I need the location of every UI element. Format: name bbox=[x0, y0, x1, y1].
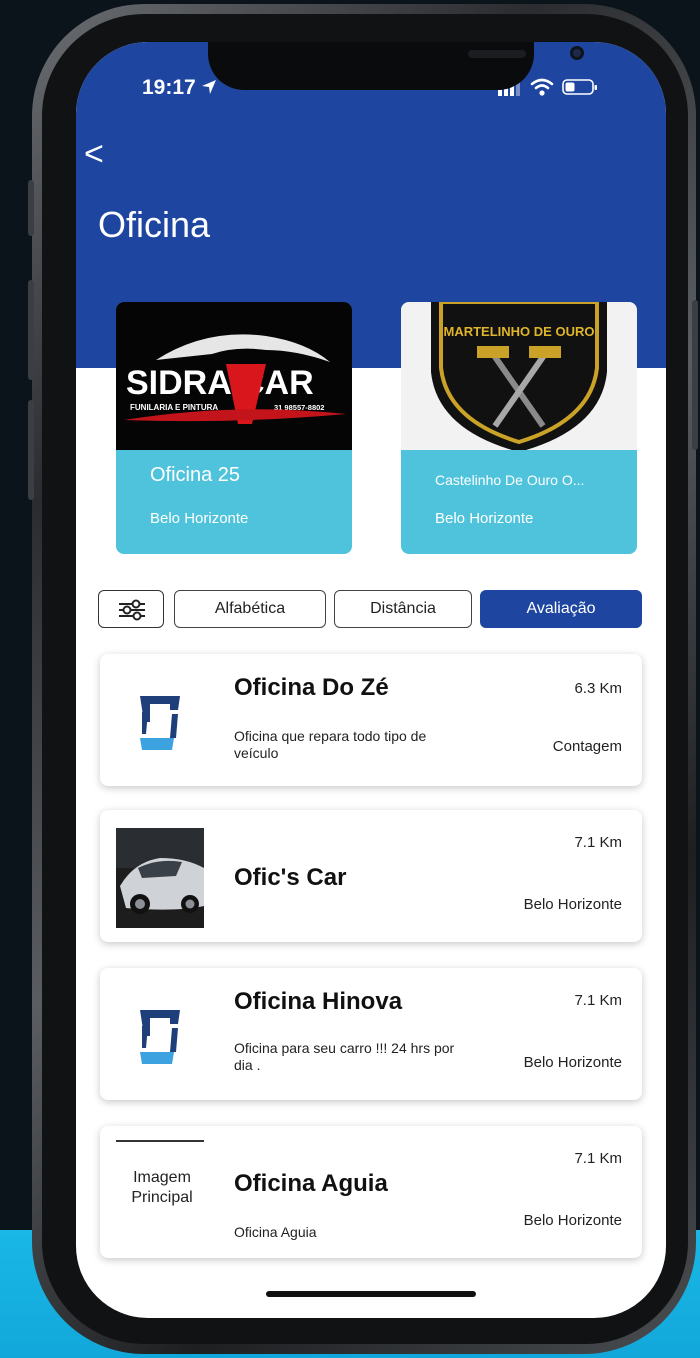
sliders-icon bbox=[119, 599, 145, 621]
list-item[interactable]: Oficina Do Zé Oficina que repara todo ti… bbox=[100, 654, 642, 786]
workshop-logo-icon bbox=[140, 696, 180, 750]
featured-city: Belo Horizonte bbox=[150, 510, 249, 527]
list-item-title: Oficina Do Zé bbox=[234, 674, 389, 701]
list-item-city: Contagem bbox=[552, 738, 622, 755]
car-photo bbox=[116, 828, 204, 928]
list-item-title: Oficina Aguia bbox=[234, 1170, 388, 1197]
location-arrow-icon bbox=[202, 80, 216, 94]
back-button[interactable]: < bbox=[84, 132, 118, 176]
volume-down-button bbox=[28, 400, 34, 500]
speaker-grille bbox=[468, 50, 526, 58]
list-item-city: Belo Horizonte bbox=[523, 896, 622, 913]
featured-card[interactable]: SIDRA CAR FUNILARIA E PINTURA 31 98557-8… bbox=[116, 302, 352, 554]
list-item-distance: 6.3 Km bbox=[574, 680, 622, 697]
sort-distance-button[interactable]: Distância bbox=[334, 590, 472, 628]
list-item-description: Oficina para seu carro !!! 24 hrs por di… bbox=[234, 1040, 455, 1073]
wifi-icon bbox=[530, 78, 554, 96]
list-item-city: Belo Horizonte bbox=[523, 1054, 622, 1071]
martelinho-de-ouro-logo-text: MARTELINHO DE OURO bbox=[444, 324, 595, 339]
list-item[interactable]: Imagem Principal Oficina Aguia Oficina A… bbox=[100, 1126, 642, 1258]
filter-settings-button[interactable] bbox=[98, 590, 164, 628]
list-item[interactable]: Ofic's Car 7.1 Km Belo Horizonte bbox=[100, 810, 642, 942]
status-time: 19:17 bbox=[142, 76, 196, 99]
list-item-title: Oficina Hinova bbox=[234, 988, 403, 1015]
workshop-logo-icon bbox=[140, 1010, 180, 1064]
image-placeholder-text: Imagem Principal bbox=[131, 1169, 193, 1206]
list-item-distance: 7.1 Km bbox=[574, 992, 622, 1009]
list-item[interactable]: Oficina Hinova Oficina para seu carro !!… bbox=[100, 968, 642, 1100]
sidrax-car-logo-text: SIDRA CAR bbox=[126, 364, 314, 402]
featured-city: Belo Horizonte bbox=[435, 510, 534, 527]
sidrax-car-logo-subtitle: FUNILARIA E PINTURA bbox=[130, 403, 218, 412]
notch bbox=[208, 42, 584, 90]
list-item-city: Belo Horizonte bbox=[523, 1212, 622, 1229]
list-item-description: Oficina que repara todo tipo de veículo bbox=[234, 728, 427, 761]
sort-rating-button[interactable]: Avaliação bbox=[480, 590, 642, 628]
app-screen: 19:17 < Oficina SIDRA CAR FUNILARIA E PI… bbox=[76, 42, 666, 1318]
battery-icon bbox=[562, 79, 597, 95]
list-item-description: Oficina Aguia bbox=[234, 1224, 317, 1240]
page-title: Oficina bbox=[98, 204, 211, 245]
featured-name: Castelinho De Ouro O... bbox=[435, 472, 585, 488]
list-item-distance: 7.1 Km bbox=[574, 1150, 622, 1167]
list-item-distance: 7.1 Km bbox=[574, 834, 622, 851]
featured-card[interactable]: MARTELINHO DE OURO Castelinho De Ouro O.… bbox=[401, 302, 637, 554]
image-divider bbox=[116, 1140, 204, 1142]
volume-up-button bbox=[28, 280, 34, 380]
list-item-title: Ofic's Car bbox=[234, 864, 347, 891]
front-camera bbox=[570, 46, 584, 60]
home-indicator[interactable] bbox=[266, 1291, 476, 1297]
sidrax-car-logo: SIDRA CAR FUNILARIA E PINTURA 31 98557-8… bbox=[116, 302, 352, 450]
silent-switch bbox=[28, 180, 34, 236]
power-button bbox=[692, 300, 698, 450]
featured-name: Oficina 25 bbox=[150, 464, 241, 486]
sort-alphabetical-button[interactable]: Alfabética bbox=[174, 590, 326, 628]
martelinho-de-ouro-logo: MARTELINHO DE OURO bbox=[401, 302, 637, 450]
